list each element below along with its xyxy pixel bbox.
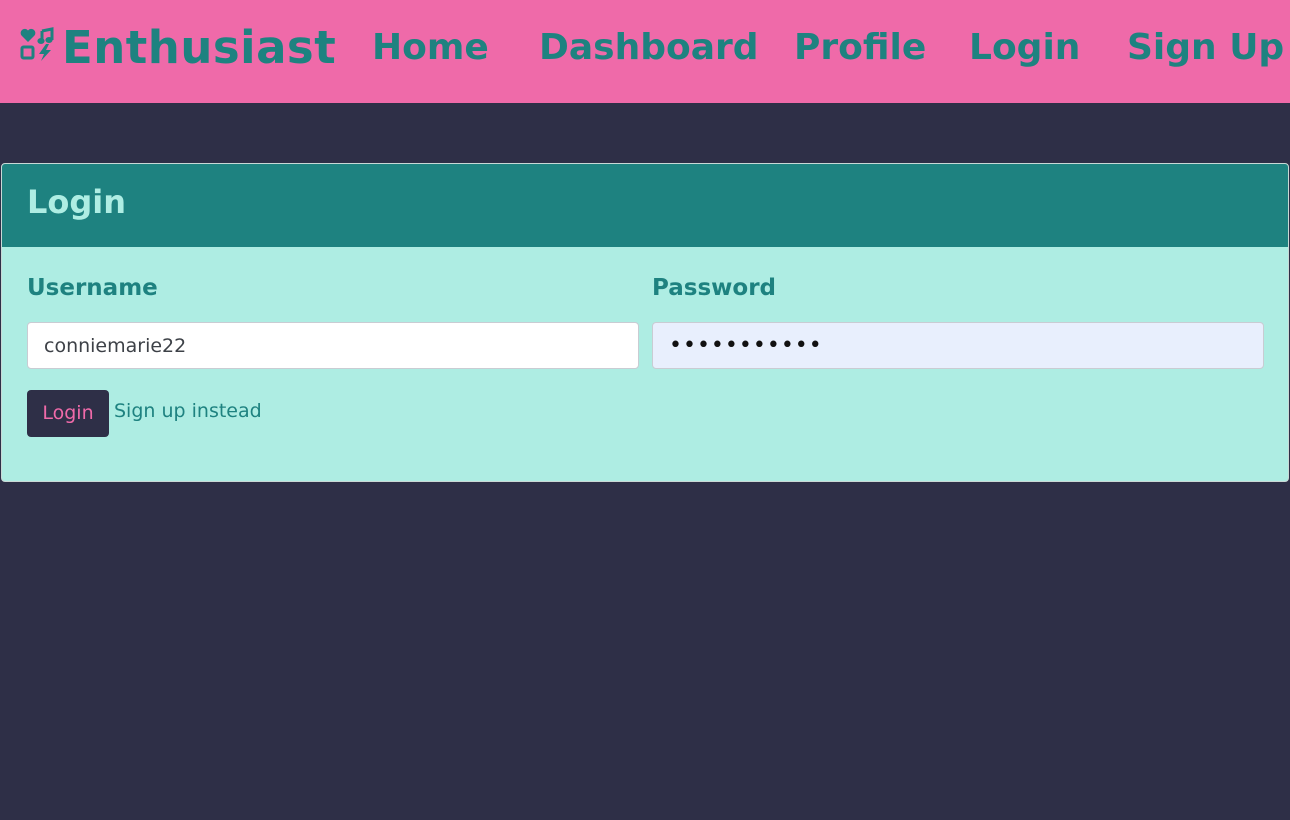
signup-instead-link[interactable]: Sign up instead	[114, 397, 262, 425]
top-navbar: Enthusiast Home Dashboard Profile Login …	[0, 0, 1290, 103]
card-header: Login	[2, 164, 1288, 247]
password-input[interactable]	[652, 322, 1264, 369]
login-button[interactable]: Login	[27, 390, 109, 437]
password-label: Password	[652, 275, 776, 301]
nav-link-home[interactable]: Home	[372, 24, 489, 72]
brand-link[interactable]: Enthusiast	[20, 16, 336, 80]
username-input[interactable]	[27, 322, 639, 369]
brand-name: Enthusiast	[62, 21, 337, 74]
login-card: Login Username Password Login Sign up in…	[1, 163, 1289, 482]
nav-link-login[interactable]: Login	[969, 24, 1080, 72]
nav-link-dashboard[interactable]: Dashboard	[539, 24, 759, 72]
hobbies-icon	[20, 27, 54, 61]
card-title: Login	[27, 183, 127, 221]
nav-link-profile[interactable]: Profile	[794, 24, 926, 72]
username-label: Username	[27, 275, 158, 301]
nav-link-signup[interactable]: Sign Up	[1127, 24, 1284, 72]
